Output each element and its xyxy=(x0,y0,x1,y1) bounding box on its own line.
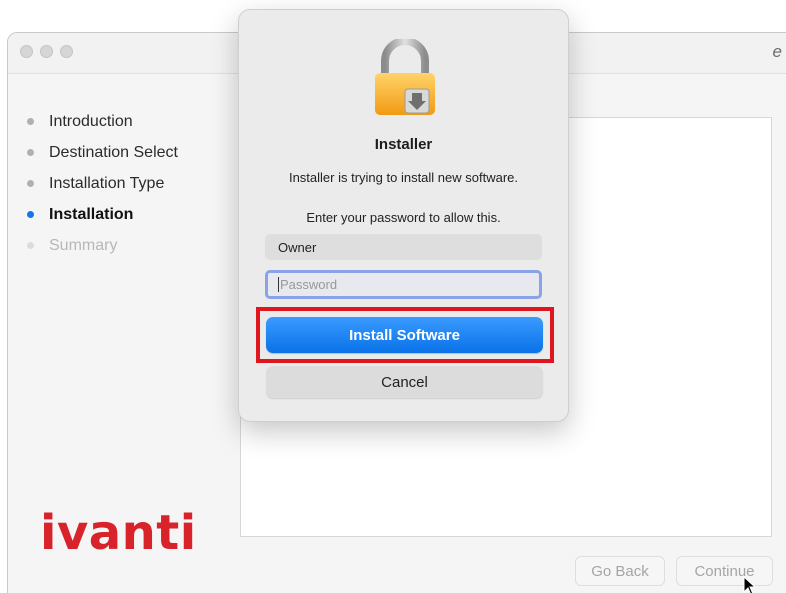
installer-steps-list: Introduction Destination Select Installa… xyxy=(27,106,178,261)
close-window-button[interactable] xyxy=(20,45,33,58)
window-title: e xyxy=(772,42,782,61)
authentication-dialog: Installer Installer is trying to install… xyxy=(238,9,569,422)
step-label: Installation xyxy=(49,205,134,223)
step-installation-type: Installation Type xyxy=(27,168,178,199)
install-software-button[interactable]: Install Software xyxy=(266,317,543,353)
step-installation: Installation xyxy=(27,199,178,230)
step-bullet xyxy=(27,242,34,249)
step-bullet xyxy=(27,118,34,125)
step-introduction: Introduction xyxy=(27,106,178,137)
step-bullet xyxy=(27,180,34,187)
step-label: Destination Select xyxy=(49,143,178,161)
password-field[interactable]: Password xyxy=(265,270,542,299)
go-back-button[interactable]: Go Back xyxy=(575,556,665,586)
mouse-cursor-icon xyxy=(743,576,757,593)
ivanti-logo: ivanti xyxy=(40,505,197,561)
minimize-window-button[interactable] xyxy=(40,45,53,58)
dialog-message: Installer is trying to install new softw… xyxy=(288,170,519,185)
password-placeholder: Password xyxy=(280,277,338,292)
cancel-button[interactable]: Cancel xyxy=(266,366,543,398)
lock-icon xyxy=(375,39,435,115)
step-label: Installation Type xyxy=(49,174,165,192)
step-label: Introduction xyxy=(49,112,133,130)
zoom-window-button[interactable] xyxy=(60,45,73,58)
step-bullet xyxy=(27,149,34,156)
username-field[interactable]: Owner xyxy=(265,234,542,260)
step-label: Summary xyxy=(49,236,118,254)
username-value: Owner xyxy=(278,239,317,255)
step-bullet-active xyxy=(27,211,34,218)
dialog-title: Installer xyxy=(374,136,433,153)
text-caret xyxy=(278,277,279,292)
step-destination-select: Destination Select xyxy=(27,137,178,168)
dialog-prompt: Enter your password to allow this. xyxy=(306,210,501,225)
step-summary: Summary xyxy=(27,230,178,261)
